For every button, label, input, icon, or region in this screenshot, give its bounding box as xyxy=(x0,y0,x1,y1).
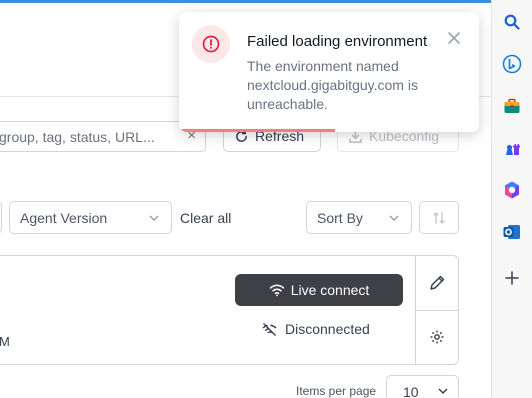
wifi-icon xyxy=(269,284,284,297)
environment-card: M xyxy=(0,255,459,365)
briefcase-icon[interactable] xyxy=(502,96,522,116)
items-per-page-label: Items per page xyxy=(296,384,377,398)
error-icon xyxy=(192,25,230,63)
office-icon[interactable] xyxy=(502,180,522,200)
sort-by-select[interactable]: Sort By xyxy=(306,201,412,234)
chevron-down-icon xyxy=(149,215,159,222)
chevron-down-icon xyxy=(438,388,448,395)
items-per-page-value: 10 xyxy=(403,384,419,398)
plus-icon[interactable] xyxy=(502,268,522,288)
search-icon[interactable] xyxy=(502,12,522,32)
sort-arrows-icon xyxy=(433,211,445,224)
card-action-separator xyxy=(415,310,459,311)
live-connect-button[interactable]: Live connect xyxy=(235,274,403,306)
sort-by-label: Sort By xyxy=(317,209,363,226)
environment-detail-partial: M xyxy=(0,334,10,349)
top-accent-line xyxy=(0,0,491,3)
live-connect-label: Live connect xyxy=(290,282,370,298)
clear-all-button[interactable]: Clear all xyxy=(180,210,231,226)
connection-status-label: Disconnected xyxy=(285,321,370,337)
toast-title: Failed loading environment xyxy=(247,33,428,50)
outlook-icon[interactable] xyxy=(502,222,522,242)
toast-progress-bar xyxy=(179,129,335,132)
error-toast: Failed loading environment The environme… xyxy=(179,12,479,132)
bing-icon[interactable] xyxy=(502,54,522,74)
settings-gear-icon[interactable] xyxy=(429,329,445,345)
search-placeholder: group, tag, status, URL... xyxy=(0,129,155,145)
search-input[interactable]: group, tag, status, URL... × xyxy=(0,121,206,152)
close-icon[interactable] xyxy=(447,31,461,45)
agent-version-select[interactable]: Agent Version xyxy=(9,201,172,234)
items-per-page-select[interactable]: 10 xyxy=(386,375,459,398)
page: group, tag, status, URL... × Refresh Kub… xyxy=(0,0,532,398)
browser-sidebar xyxy=(491,0,532,398)
toast-message: The environment named nextcloud.gigabitg… xyxy=(247,58,418,112)
sort-direction-button[interactable] xyxy=(419,201,459,234)
filter-select-partial[interactable] xyxy=(0,201,2,234)
edit-icon[interactable] xyxy=(428,274,446,292)
games-icon[interactable] xyxy=(502,138,522,158)
agent-version-label: Agent Version xyxy=(20,209,108,226)
chevron-down-icon xyxy=(389,215,399,222)
wifi-off-icon xyxy=(262,322,277,336)
connection-status: Disconnected xyxy=(262,321,370,337)
